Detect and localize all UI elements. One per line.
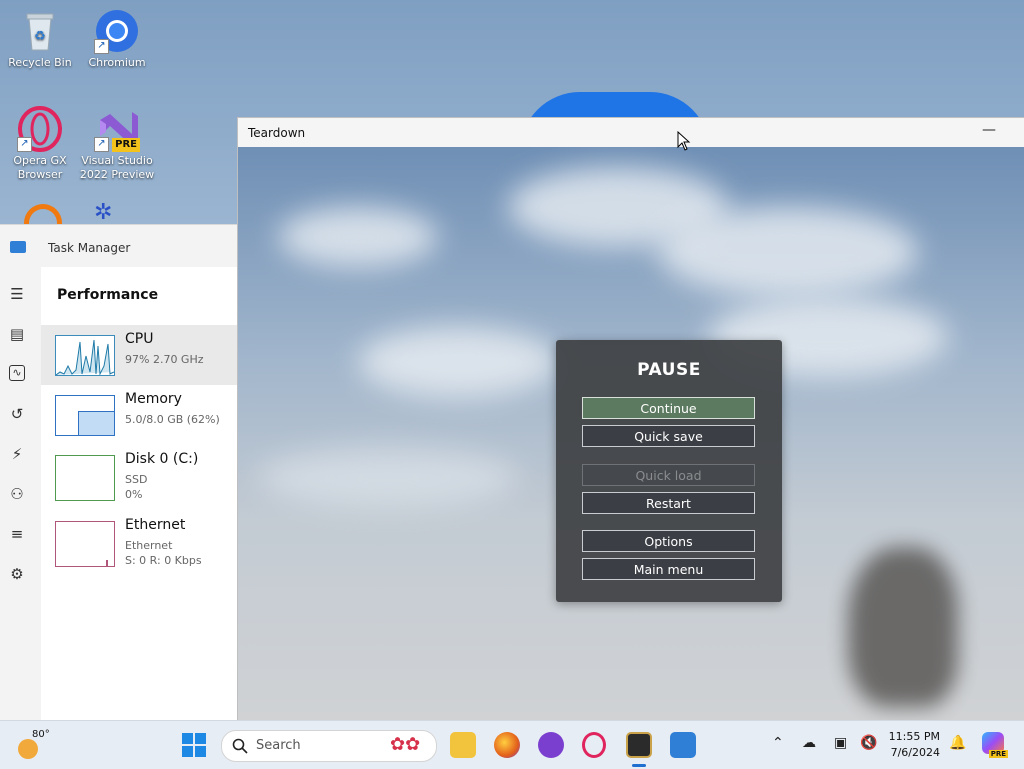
- desktop-icon-label: Recycle Bin: [8, 56, 72, 69]
- copilot-preview-badge: PRE: [988, 750, 1008, 758]
- tray-overflow-chevron-icon[interactable]: ⌃: [772, 735, 784, 751]
- details-icon[interactable]: ≡: [8, 525, 26, 543]
- shortcut-arrow-icon: ↗: [17, 137, 32, 152]
- desktop-icon-recycle-bin[interactable]: ♻ Recycle Bin: [2, 8, 78, 70]
- desktop-icon-label: Opera GX Browser: [13, 154, 67, 181]
- game-viewport[interactable]: PAUSE Continue Quick save Quick load Res…: [238, 147, 1024, 721]
- app-icon-partial[interactable]: [24, 204, 62, 226]
- perf-item-disk[interactable]: Disk 0 (C:) SSD 0%: [41, 445, 238, 505]
- opera-gx-icon: ↗: [17, 106, 63, 152]
- taskbar-search[interactable]: Search ✿✿: [221, 730, 437, 762]
- app-history-icon[interactable]: ↺: [8, 405, 26, 423]
- search-icon: [232, 738, 248, 754]
- firefox-icon[interactable]: [494, 732, 520, 758]
- desktop-icon-visual-studio[interactable]: ↗ PRE Visual Studio 2022 Preview: [79, 106, 155, 182]
- cpu-graph: [55, 335, 115, 376]
- perf-item-detail: SSD: [125, 473, 148, 486]
- options-button[interactable]: Options: [582, 530, 755, 552]
- performance-panel: Performance CPU 97% 2.70 GHz Memory 5.0/…: [41, 267, 238, 721]
- perf-item-memory[interactable]: Memory 5.0/8.0 GB (62%): [41, 385, 238, 445]
- network-icon[interactable]: ▣: [834, 735, 847, 751]
- task-manager-nav-rail: ☰ ▤ ∿ ↺ ⚡ ⚇ ≡ ⚙: [0, 275, 40, 721]
- search-label: Search: [256, 738, 301, 753]
- task-manager-taskbar-icon[interactable]: [670, 732, 696, 758]
- startup-apps-icon[interactable]: ⚡: [8, 445, 26, 463]
- weather-sun-icon: [18, 739, 38, 759]
- active-app-indicator: [632, 764, 646, 767]
- performance-icon[interactable]: ∿: [9, 365, 25, 381]
- users-icon[interactable]: ⚇: [8, 485, 26, 503]
- onedrive-icon[interactable]: ☁: [802, 735, 816, 751]
- search-highlight-roses-icon: ✿✿: [390, 734, 421, 755]
- file-explorer-icon[interactable]: [450, 732, 476, 758]
- perf-item-name: Disk 0 (C:): [125, 451, 199, 467]
- recycle-bin-icon: ♻: [17, 8, 63, 54]
- quick-load-button[interactable]: Quick load: [582, 464, 755, 486]
- start-button[interactable]: [182, 733, 206, 757]
- perf-item-detail: 5.0/8.0 GB (62%): [125, 413, 220, 426]
- perf-item-name: Ethernet: [125, 517, 186, 533]
- perf-item-name: CPU: [125, 331, 154, 347]
- task-manager-window: Task Manager ☰ ▤ ∿ ↺ ⚡ ⚇ ≡ ⚙ Performance…: [0, 224, 238, 721]
- teardown-window: Teardown — PAUSE Continue Quick save Qui…: [237, 117, 1024, 722]
- task-manager-title: Task Manager: [48, 241, 131, 255]
- desktop-icon-label: Chromium: [88, 56, 146, 69]
- volume-muted-icon[interactable]: 🔇: [860, 735, 877, 751]
- perf-item-name: Memory: [125, 391, 182, 407]
- performance-heading: Performance: [57, 287, 159, 303]
- weather-widget[interactable]: 80°: [18, 729, 50, 759]
- mouse-cursor-icon: [677, 131, 691, 151]
- notification-bell-icon[interactable]: 🔔: [949, 735, 966, 751]
- copilot-icon[interactable]: PRE: [982, 732, 1008, 758]
- chromium-icon: ↗: [94, 8, 140, 54]
- processes-icon[interactable]: ▤: [8, 325, 26, 343]
- preview-badge: PRE: [112, 138, 140, 152]
- desktop-icon-opera-gx[interactable]: ↗ Opera GX Browser: [2, 106, 78, 182]
- memory-graph: [55, 395, 115, 436]
- app-icon-partial-2[interactable]: ✲: [94, 202, 140, 224]
- windows-start-icon: [182, 733, 206, 757]
- weather-temp: 80°: [32, 729, 50, 740]
- svg-text:♻: ♻: [34, 29, 46, 44]
- perf-item-detail: Ethernet: [125, 539, 173, 552]
- perf-item-detail-2: S: 0 R: 0 Kbps: [125, 554, 202, 567]
- shortcut-arrow-icon: ↗: [94, 137, 109, 152]
- pause-menu: PAUSE Continue Quick save Quick load Res…: [556, 340, 782, 602]
- desktop-icon-chromium[interactable]: ↗ Chromium: [79, 8, 155, 70]
- continue-button[interactable]: Continue: [582, 397, 755, 419]
- hamburger-menu-icon[interactable]: ☰: [8, 285, 26, 303]
- perf-item-detail: 97% 2.70 GHz: [125, 353, 204, 366]
- opera-gx-taskbar-icon[interactable]: [582, 732, 606, 758]
- perf-item-detail-2: 0%: [125, 488, 143, 501]
- visual-studio-icon: ↗ PRE: [94, 106, 140, 152]
- window-title: Teardown: [248, 126, 306, 140]
- perf-item-ethernet[interactable]: Ethernet Ethernet S: 0 R: 0 Kbps: [41, 511, 238, 571]
- teardown-titlebar[interactable]: Teardown —: [238, 118, 1024, 147]
- task-manager-logo-icon: [10, 241, 26, 253]
- quick-save-button[interactable]: Quick save: [582, 425, 755, 447]
- ethernet-graph: [55, 521, 115, 567]
- minimize-button[interactable]: —: [982, 122, 996, 142]
- restart-button[interactable]: Restart: [582, 492, 755, 514]
- app-mask-icon[interactable]: [538, 732, 564, 758]
- clock-time[interactable]: 11:55 PM: [880, 730, 940, 743]
- services-icon[interactable]: ⚙: [8, 565, 26, 583]
- blurred-object: [848, 547, 958, 707]
- teardown-taskbar-icon[interactable]: [626, 732, 652, 758]
- pause-title: PAUSE: [637, 360, 701, 380]
- disk-graph: [55, 455, 115, 501]
- main-menu-button[interactable]: Main menu: [582, 558, 755, 580]
- desktop-icon-label: Visual Studio 2022 Preview: [79, 154, 155, 181]
- perf-item-cpu[interactable]: CPU 97% 2.70 GHz: [41, 325, 238, 385]
- shortcut-arrow-icon: ↗: [94, 39, 109, 54]
- taskbar: 80° Search ✿✿ ⌃ ☁ ▣ 🔇 11:55 PM 7/6/2024 …: [0, 720, 1024, 769]
- clock-date[interactable]: 7/6/2024: [880, 746, 940, 759]
